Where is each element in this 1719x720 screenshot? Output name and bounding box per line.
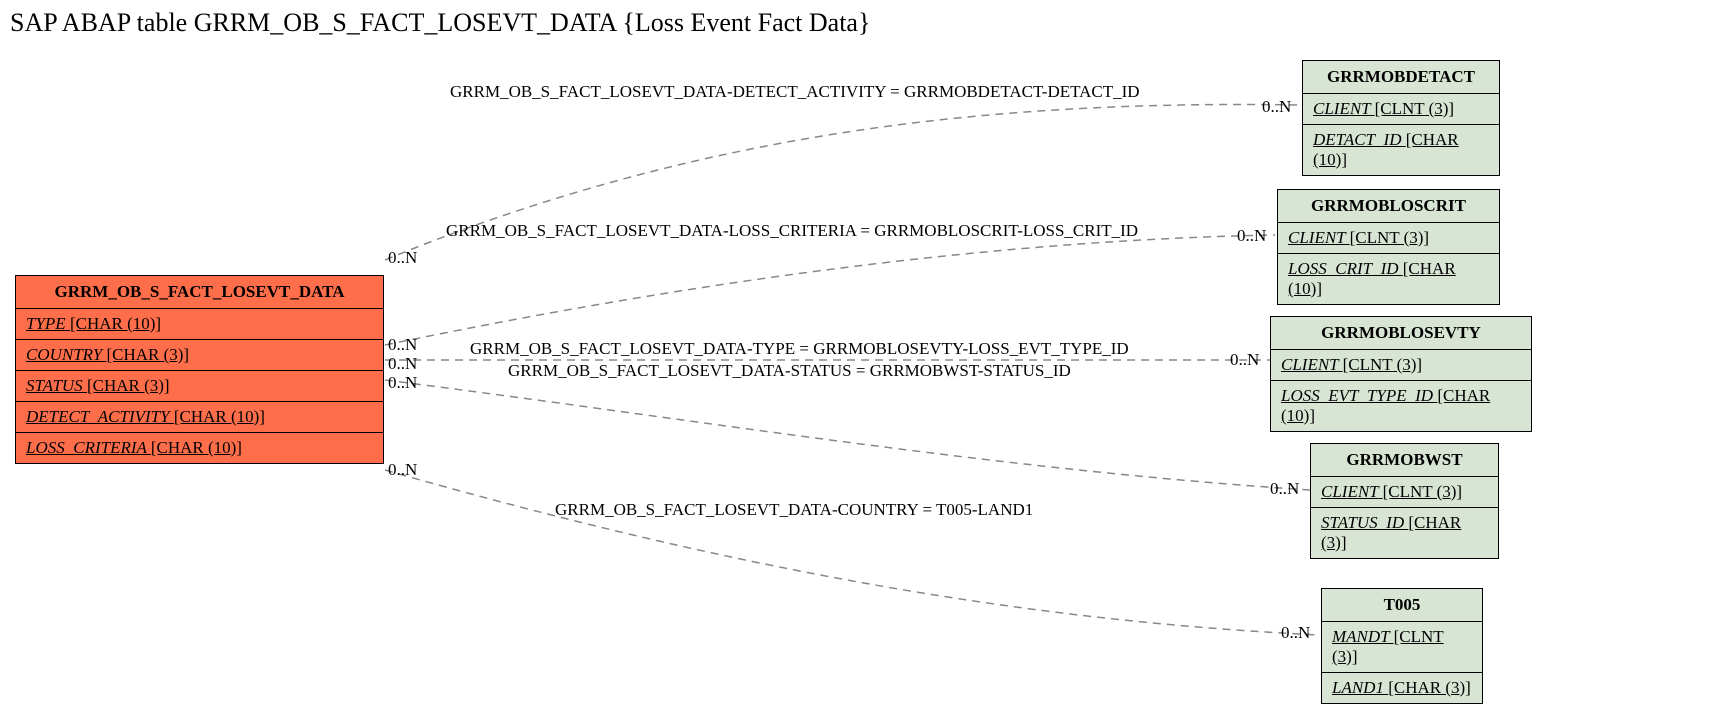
ref-entity-grrmobwst: GRRMOBWST CLIENT [CLNT (3)] STATUS_ID [C… xyxy=(1310,443,1499,559)
main-entity-row: LOSS_CRITERIA [CHAR (10)] xyxy=(16,433,383,463)
ref-entity-t005: T005 MANDT [CLNT (3)] LAND1 [CHAR (3)] xyxy=(1321,588,1483,704)
ref-entity-header: GRRMOBWST xyxy=(1311,444,1498,477)
ref-entity-header: GRRMOBLOSEVTY xyxy=(1271,317,1531,350)
card-right-5: 0..N xyxy=(1281,623,1310,643)
ref-entity-row: STATUS_ID [CHAR (3)] xyxy=(1311,508,1498,558)
ref-entity-grrmoblosevty: GRRMOBLOSEVTY CLIENT [CLNT (3)] LOSS_EVT… xyxy=(1270,316,1532,432)
ref-entity-header: T005 xyxy=(1322,589,1482,622)
main-entity: GRRM_OB_S_FACT_LOSEVT_DATA TYPE [CHAR (1… xyxy=(15,275,384,464)
card-left-1: 0..N xyxy=(388,248,417,268)
card-right-1: 0..N xyxy=(1262,97,1291,117)
card-left-5: 0..N xyxy=(388,460,417,480)
ref-entity-row: MANDT [CLNT (3)] xyxy=(1322,622,1482,673)
ref-entity-row: LAND1 [CHAR (3)] xyxy=(1322,673,1482,703)
ref-entity-grrmobdetact: GRRMOBDETACT CLIENT [CLNT (3)] DETACT_ID… xyxy=(1302,60,1500,176)
ref-entity-row: CLIENT [CLNT (3)] xyxy=(1271,350,1531,381)
ref-entity-row: CLIENT [CLNT (3)] xyxy=(1311,477,1498,508)
card-right-3: 0..N xyxy=(1230,350,1259,370)
card-left-4: 0..N xyxy=(388,373,417,393)
relation-label-3: GRRM_OB_S_FACT_LOSEVT_DATA-TYPE = GRRMOB… xyxy=(470,339,1129,359)
relation-label-5: GRRM_OB_S_FACT_LOSEVT_DATA-COUNTRY = T00… xyxy=(555,500,1033,520)
ref-entity-grrmobloscrit: GRRMOBLOSCRIT CLIENT [CLNT (3)] LOSS_CRI… xyxy=(1277,189,1500,305)
ref-entity-row: LOSS_CRIT_ID [CHAR (10)] xyxy=(1278,254,1499,304)
ref-entity-row: CLIENT [CLNT (3)] xyxy=(1278,223,1499,254)
main-entity-header: GRRM_OB_S_FACT_LOSEVT_DATA xyxy=(16,276,383,309)
card-left-2: 0..N xyxy=(388,335,417,355)
ref-entity-header: GRRMOBDETACT xyxy=(1303,61,1499,94)
ref-entity-row: LOSS_EVT_TYPE_ID [CHAR (10)] xyxy=(1271,381,1531,431)
relation-label-2: GRRM_OB_S_FACT_LOSEVT_DATA-LOSS_CRITERIA… xyxy=(446,221,1138,241)
card-right-2: 0..N xyxy=(1237,226,1266,246)
card-right-4: 0..N xyxy=(1270,479,1299,499)
ref-entity-row: DETACT_ID [CHAR (10)] xyxy=(1303,125,1499,175)
relation-label-4: GRRM_OB_S_FACT_LOSEVT_DATA-STATUS = GRRM… xyxy=(508,361,1071,381)
page-title: SAP ABAP table GRRM_OB_S_FACT_LOSEVT_DAT… xyxy=(10,8,870,38)
main-entity-row: DETECT_ACTIVITY [CHAR (10)] xyxy=(16,402,383,433)
main-entity-row: TYPE [CHAR (10)] xyxy=(16,309,383,340)
main-entity-row: STATUS [CHAR (3)] xyxy=(16,371,383,402)
card-left-3: 0..N xyxy=(388,354,417,374)
ref-entity-header: GRRMOBLOSCRIT xyxy=(1278,190,1499,223)
main-entity-row: COUNTRY [CHAR (3)] xyxy=(16,340,383,371)
ref-entity-row: CLIENT [CLNT (3)] xyxy=(1303,94,1499,125)
relation-label-1: GRRM_OB_S_FACT_LOSEVT_DATA-DETECT_ACTIVI… xyxy=(450,82,1140,102)
